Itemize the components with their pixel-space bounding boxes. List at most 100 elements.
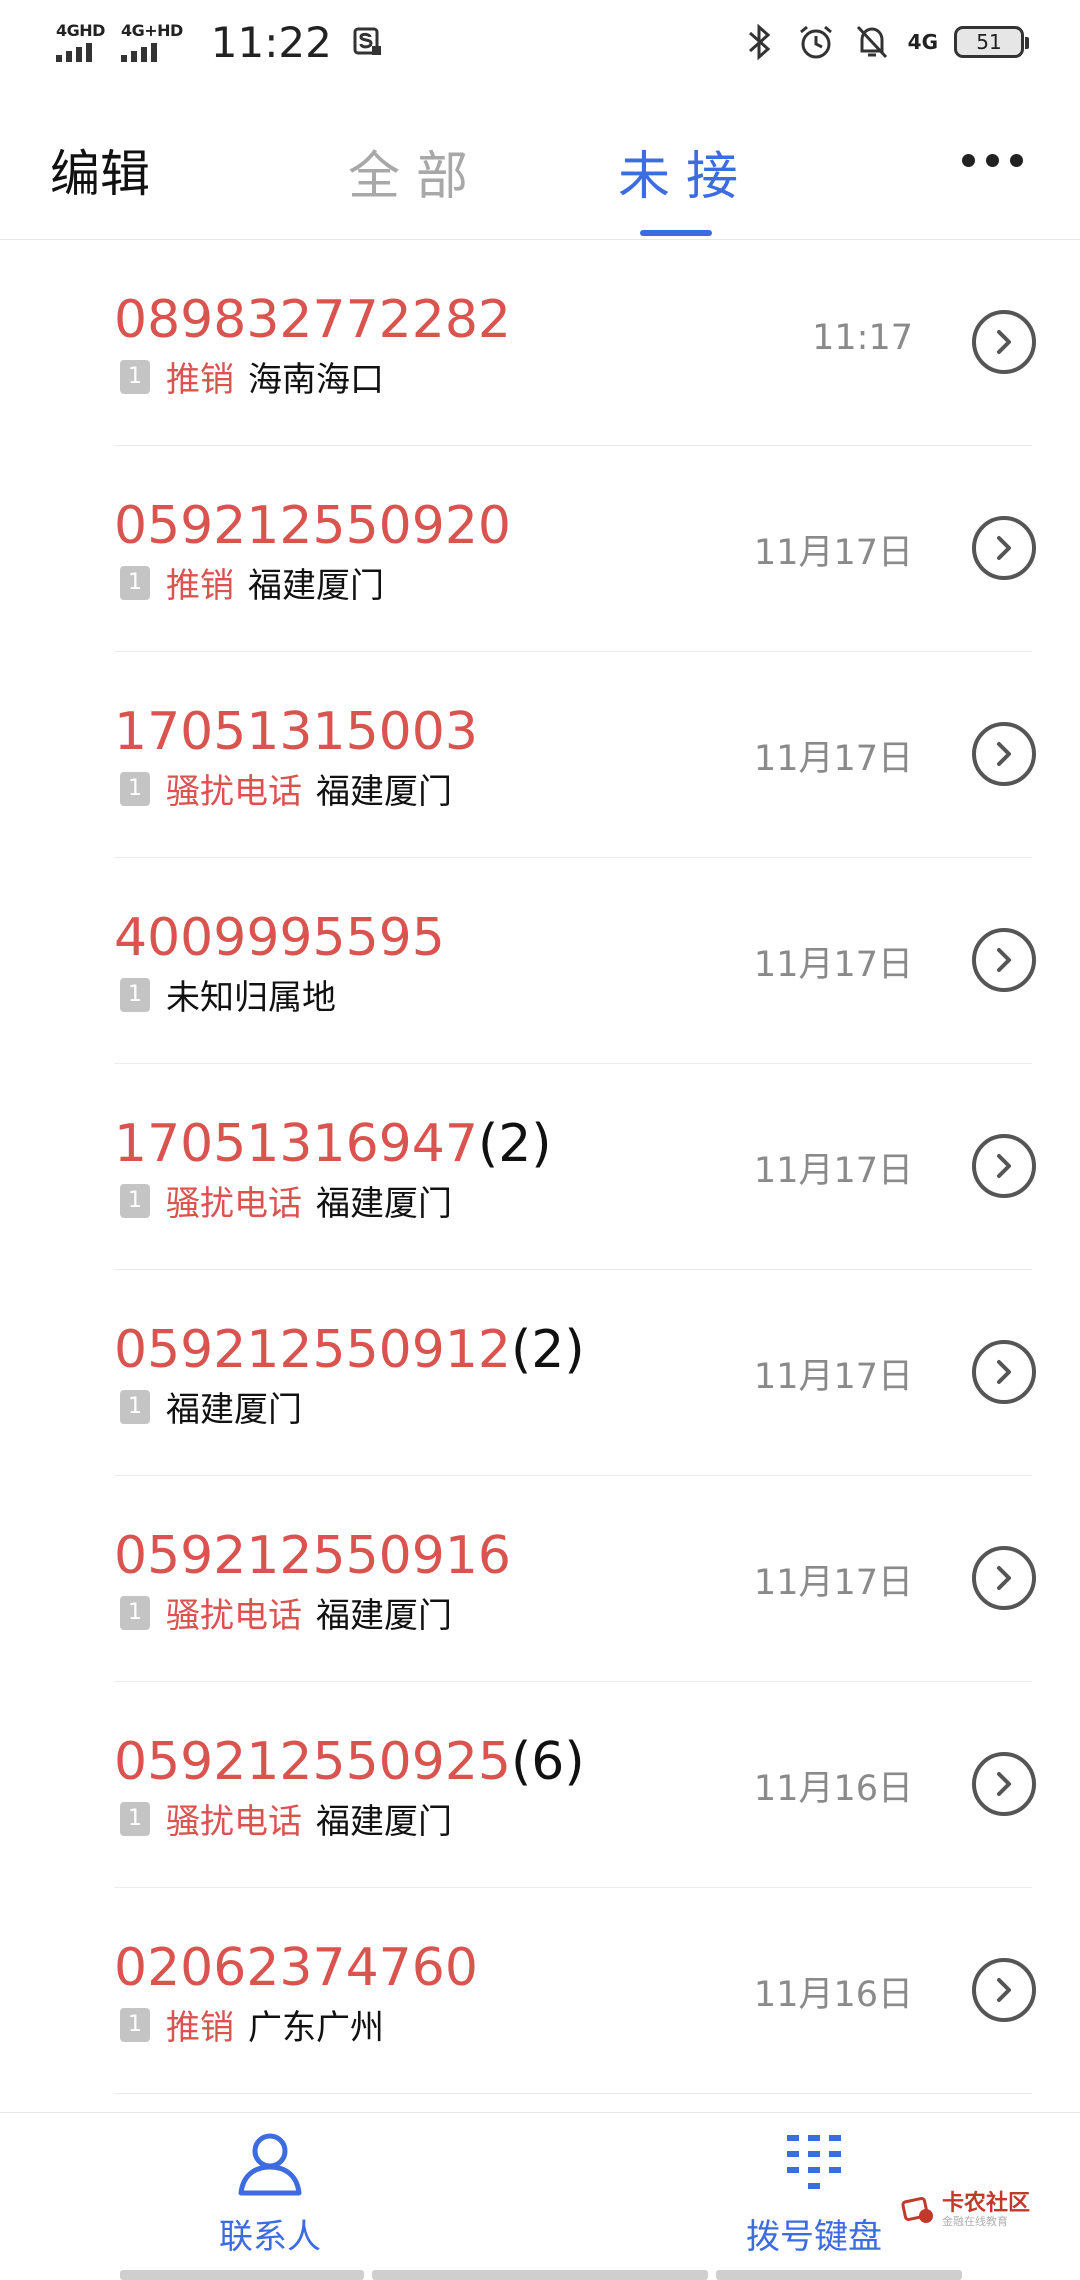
call-detail-button[interactable] [972,516,1036,580]
call-meta: 1 骚扰电话 福建厦门 [120,1176,452,1225]
call-list-item[interactable]: 17051315003 1 骚扰电话 福建厦门 11月17日 [0,652,1080,858]
watermark: 卡农社区 金融在线教育 [900,2191,1031,2229]
phone-number: 059212550925 [114,1732,512,1792]
status-left: 4GHD 4G+HD 11:22 [56,18,388,67]
clock: 11:22 [210,17,332,67]
tab-missed[interactable]: 未接 [618,134,754,209]
signal-indicator-2: 4G+HD [120,22,183,62]
active-tab-indicator [640,230,712,236]
caller-location: 福建厦门 [316,1596,452,1636]
call-list-item[interactable]: 059212550920 1 推销 福建厦门 11月17日 [0,446,1080,652]
call-detail-button[interactable] [972,1752,1036,1816]
sim-card-icon: 1 [120,771,150,806]
chevron-right-icon [997,1978,1011,2002]
call-time: 11月17日 [753,1151,913,1191]
sim-card-icon: 1 [120,977,150,1012]
phone-number: 059212550916 [114,1526,512,1586]
caller-location: 海南海口 [248,360,384,400]
call-list-item[interactable]: 059212550925(6) 1 骚扰电话 福建厦门 11月16日 [0,1682,1080,1888]
phone-number: 4009995595 [114,908,445,968]
call-time: 11月17日 [753,945,913,985]
call-detail-button[interactable] [972,1546,1036,1610]
more-dot-icon [1010,154,1023,167]
call-detail-button[interactable] [972,1134,1036,1198]
watermark-sub: 金融在线教育 [942,2215,1008,2229]
caller-location: 福建厦门 [316,1802,452,1842]
sim-card-icon: 1 [120,1595,150,1630]
status-right: 4G 51 [740,22,1029,62]
chevron-right-icon [997,330,1011,354]
call-detail-button[interactable] [972,928,1036,992]
call-detail-button[interactable] [972,1340,1036,1404]
call-detail-button[interactable] [972,1958,1036,2022]
nav-contacts[interactable]: 联系人 [218,2129,322,2258]
spam-tag: 骚扰电话 [166,1802,302,1842]
row-divider [114,2093,1032,2094]
more-options-button[interactable] [962,154,1023,167]
signal-indicator-1: 4GHD [56,20,105,62]
caller-location: 福建厦门 [316,1184,452,1224]
call-time: 11月17日 [753,533,913,573]
phone-number: 17051315003 [114,702,478,762]
caller-location: 福建厦门 [166,1390,302,1430]
caller-location: 福建厦门 [316,772,452,812]
tab-all[interactable]: 全部 [348,134,484,209]
alarm-icon [796,22,836,62]
chevron-right-icon [997,1566,1011,1590]
spam-tag: 骚扰电话 [166,1596,302,1636]
call-list-item[interactable]: 4009995595 1 未知归属地 11月17日 [0,858,1080,1064]
phone-number: 02062374760 [114,1938,478,1998]
more-dot-icon [962,154,975,167]
chevron-right-icon [997,1154,1011,1178]
phone-number: 17051316947 [114,1114,478,1174]
call-number-line: 02062374760 [114,1938,478,1998]
caller-location: 福建厦门 [248,566,384,606]
call-detail-button[interactable] [972,310,1036,374]
watermark-main: 卡农社区 [942,2191,1031,2216]
call-list-item[interactable]: 059212550916 1 骚扰电话 福建厦门 11月17日 [0,1476,1080,1682]
spam-tag: 骚扰电话 [166,1184,302,1224]
call-meta: 1 骚扰电话 福建厦门 [120,1794,452,1843]
signal-bars-icon [56,42,92,62]
call-meta: 1 推销 广东广州 [120,2000,384,2049]
call-time: 11月17日 [753,739,913,779]
mute-bell-icon [852,22,892,62]
call-detail-button[interactable] [972,722,1036,786]
call-number-line: 089832772282 [114,290,511,350]
call-count: (2) [477,1114,552,1174]
call-list-item[interactable]: 089832772282 1 推销 海南海口 11:17 [0,240,1080,446]
call-number-line: 17051316947(2) [114,1114,552,1174]
sim-card-icon: 1 [120,2007,150,2042]
call-time: 11月17日 [753,1563,913,1603]
contacts-icon [238,2133,302,2196]
notification-app-icon [348,22,388,62]
edit-button[interactable]: 编辑 [50,134,150,206]
call-number-line: 059212550920 [114,496,511,556]
call-list-item[interactable]: 02062374760 1 推销 广东广州 11月16日 [0,1888,1080,2094]
call-meta: 1 未知归属地 [120,970,336,1019]
sim-card-icon: 1 [120,1801,150,1836]
sim-card-icon: 1 [120,565,150,600]
nav-contacts-label: 联系人 [219,2217,321,2257]
top-tab-bar: 编辑 全部 未接 [0,84,1080,240]
call-meta: 1 推销 海南海口 [120,352,384,401]
call-time: 11月16日 [753,1975,913,2015]
spam-tag: 推销 [166,566,234,606]
data-network-indicator: 4G [908,32,938,52]
call-meta: 1 骚扰电话 福建厦门 [120,764,452,813]
chevron-right-icon [997,1772,1011,1796]
call-list-item[interactable]: 17051316947(2) 1 骚扰电话 福建厦门 11月17日 [0,1064,1080,1270]
call-meta: 1 福建厦门 [120,1382,302,1431]
data-network-label: 4G [907,30,938,54]
nav-dialpad-label: 拨号键盘 [746,2217,882,2257]
dialpad-icon [787,2135,841,2189]
battery-icon: 51 [954,26,1029,58]
signal-bars-icon [120,42,157,62]
spam-tag: 推销 [166,2008,234,2048]
call-list-item[interactable]: 059212550912(2) 1 福建厦门 11月17日 [0,1270,1080,1476]
bottom-edge-bar [716,2270,962,2280]
bluetooth-icon [740,22,780,62]
call-time: 11月16日 [753,1769,913,1809]
network-label-1: 4GHD [56,20,105,40]
nav-dialpad[interactable]: 拨号键盘 [744,2129,884,2258]
